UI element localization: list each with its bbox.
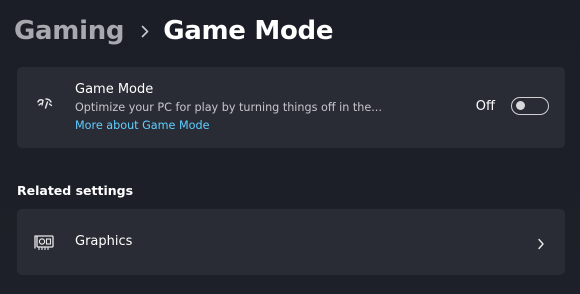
breadcrumb: Gaming Game Mode: [14, 10, 333, 52]
game-mode-icon: [34, 93, 56, 115]
graphics-card-icon: [34, 231, 56, 253]
settings-page: Gaming Game Mode Game Mode Optimize your…: [0, 0, 580, 294]
game-mode-card: Game Mode Optimize your PC for play by t…: [17, 67, 565, 148]
related-settings-heading: Related settings: [17, 183, 134, 198]
toggle-state-label: Off: [475, 99, 495, 114]
graphics-settings-item[interactable]: Graphics: [17, 209, 565, 275]
chevron-right-icon: [537, 235, 545, 250]
game-mode-title: Game Mode: [75, 82, 154, 97]
toggle-knob: [516, 101, 525, 110]
chevron-right-icon: [141, 25, 149, 38]
graphics-label: Graphics: [75, 234, 133, 249]
breadcrumb-parent[interactable]: Gaming: [14, 16, 125, 46]
more-about-game-mode-link[interactable]: More about Game Mode: [75, 119, 209, 132]
game-mode-description: Optimize your PC for play by turning thi…: [75, 101, 382, 114]
game-mode-toggle[interactable]: [511, 97, 549, 115]
page-title: Game Mode: [163, 16, 334, 46]
